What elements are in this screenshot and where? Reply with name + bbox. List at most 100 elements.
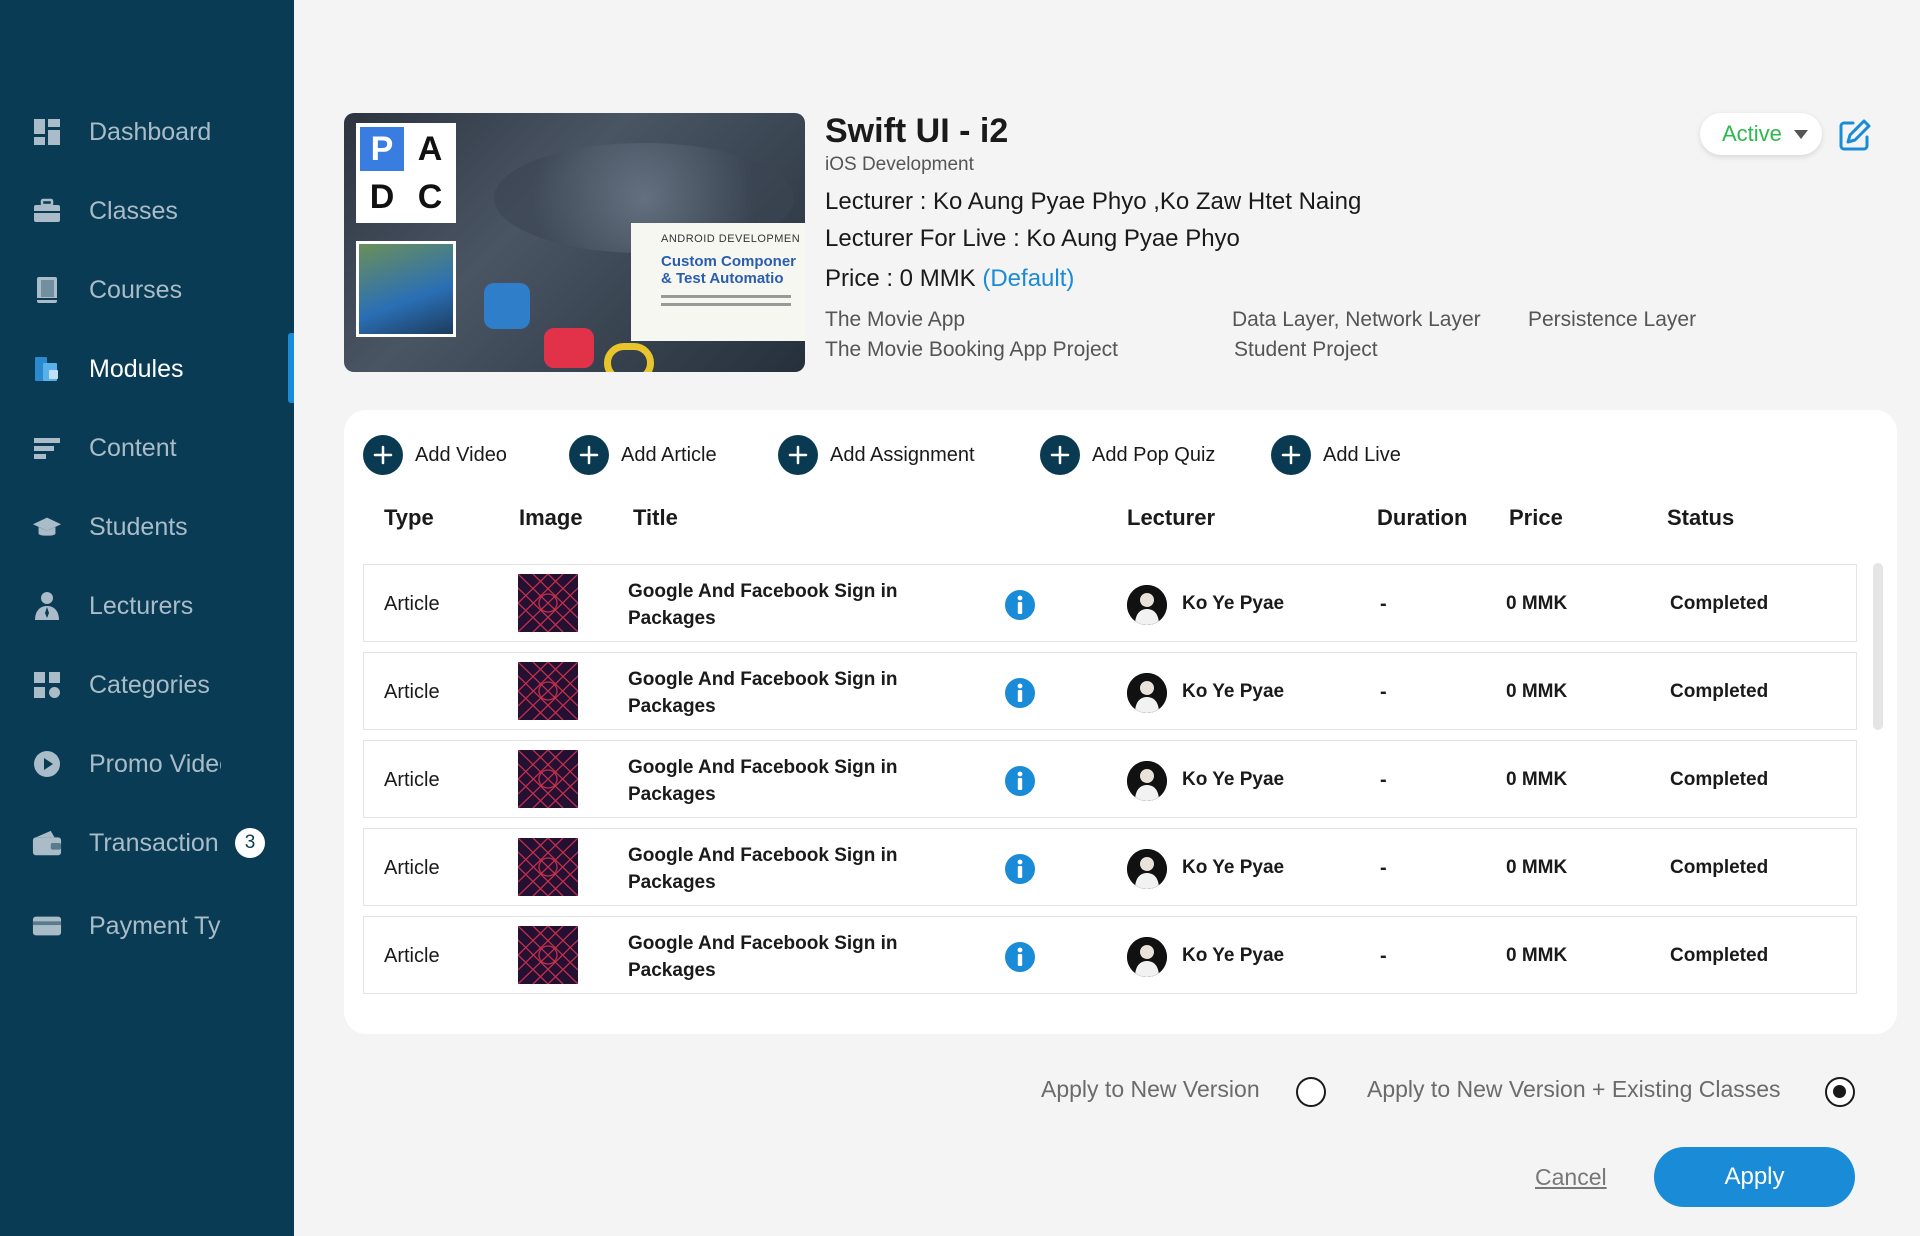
sidebar-item-label: Courses — [89, 275, 183, 304]
row-duration: - — [1380, 945, 1387, 967]
sidebar-item-payment-type[interactable]: Payment Type — [0, 896, 294, 956]
play-icon — [32, 749, 62, 779]
row-lecturer: Ko Ye Pyae — [1182, 681, 1285, 702]
row-type: Article — [384, 593, 440, 615]
row-lecturer: Ko Ye Pyae — [1182, 857, 1285, 878]
add-pop-quiz-button[interactable]: Add Pop Quiz — [1040, 434, 1215, 476]
sidebar-item-label: Students — [89, 512, 188, 541]
course-thumbnail: P A D C ANDROID DEVELOPMEN Custom Compon… — [344, 113, 805, 372]
table-row[interactable]: Article Google And Facebook Sign in Packag… — [363, 564, 1857, 642]
add-assignment-button[interactable]: Add Assignment — [778, 434, 975, 476]
sidebar-item-label: Transaction — [89, 828, 219, 857]
status-dropdown[interactable]: Active — [1700, 113, 1822, 155]
column-header-duration: Duration — [1377, 505, 1468, 530]
row-status: Completed — [1670, 945, 1769, 966]
card-icon — [32, 911, 62, 941]
row-price: 0 MMK — [1506, 593, 1568, 614]
sidebar-item-categories[interactable]: Categories — [0, 655, 294, 715]
row-lecturer: Ko Ye Pyae — [1182, 593, 1285, 614]
apply-button[interactable]: Apply — [1654, 1147, 1855, 1207]
transaction-count-badge: 3 — [235, 828, 265, 858]
row-title: Google And Facebook Sign in Packages — [628, 845, 898, 893]
sidebar-item-dashboard[interactable]: Dashboard — [0, 102, 294, 162]
row-title: Google And Facebook Sign in Packages — [628, 581, 898, 629]
sidebar-item-courses[interactable]: Courses — [0, 260, 294, 320]
course-meta-project-desc: The Movie Booking App Project — [825, 338, 1118, 361]
sidebar-item-content[interactable]: Content — [0, 418, 294, 478]
content-icon — [32, 433, 62, 463]
row-duration: - — [1380, 857, 1387, 879]
add-live-button[interactable]: Add Live — [1271, 434, 1401, 476]
row-thumbnail — [518, 662, 578, 720]
course-lecturer-live: Lecturer For Live : Ko Aung Pyae Phyo — [825, 225, 1240, 252]
sidebar-item-label: Promo Videos — [89, 749, 221, 778]
sidebar-item-lecturers[interactable]: Lecturers — [0, 576, 294, 636]
row-thumbnail — [518, 926, 578, 984]
option-new-version-radio[interactable] — [1296, 1077, 1326, 1107]
sidebar-item-promo-videos[interactable]: Promo Videos — [0, 734, 294, 794]
sidebar-item-label: Modules — [89, 354, 184, 383]
avatar — [1127, 673, 1167, 713]
avatar — [1127, 761, 1167, 801]
course-price: Price : 0 MMK (Default) — [825, 265, 1074, 293]
row-price: 0 MMK — [1506, 769, 1568, 790]
sidebar-item-modules[interactable]: Modules — [0, 333, 294, 403]
course-price-value: Price : 0 MMK — [825, 265, 983, 292]
info-icon[interactable] — [1005, 854, 1035, 884]
sidebar-item-classes[interactable]: Classes — [0, 181, 294, 241]
categories-icon — [32, 670, 62, 700]
row-status: Completed — [1670, 593, 1769, 614]
row-type: Article — [384, 769, 440, 791]
plus-icon — [569, 435, 609, 475]
row-type: Article — [384, 945, 440, 967]
info-icon[interactable] — [1005, 766, 1035, 796]
cancel-button[interactable]: Cancel — [1535, 1164, 1607, 1191]
briefcase-icon — [32, 196, 62, 226]
row-price: 0 MMK — [1506, 681, 1568, 702]
sidebar-item-students[interactable]: Students — [0, 497, 294, 557]
avatar — [1127, 849, 1167, 889]
status-dropdown-value: Active — [1722, 121, 1782, 146]
lecturer-icon — [32, 591, 62, 621]
table-row[interactable]: Article Google And Facebook Sign in Packag… — [363, 828, 1857, 906]
row-price: 0 MMK — [1506, 945, 1568, 966]
graduation-cap-icon — [32, 512, 62, 542]
modules-icon — [32, 354, 62, 384]
dashboard-icon — [32, 117, 62, 147]
info-icon[interactable] — [1005, 942, 1035, 972]
sidebar-item-label: Classes — [89, 196, 178, 225]
row-price: 0 MMK — [1506, 857, 1568, 878]
row-thumbnail — [518, 750, 578, 808]
course-category: iOS Development — [825, 154, 974, 175]
course-lecturer: Lecturer : Ko Aung Pyae Phyo ,Ko Zaw Hte… — [825, 188, 1362, 215]
info-icon[interactable] — [1005, 678, 1035, 708]
app-tile-decoration — [604, 343, 654, 372]
padc-logo: P A D C — [356, 123, 456, 223]
row-title: Google And Facebook Sign in Packages — [628, 933, 898, 981]
row-thumbnail — [518, 838, 578, 896]
column-header-type: Type — [384, 505, 434, 530]
sidebar-item-label: Lecturers — [89, 591, 194, 620]
row-duration: - — [1380, 681, 1387, 703]
table-row[interactable]: Article Google And Facebook Sign in Packag… — [363, 916, 1857, 994]
option-new-version-existing-label: Apply to New Version + Existing Classes — [1367, 1076, 1781, 1102]
edit-button[interactable] — [1838, 118, 1872, 152]
table-row[interactable]: Article Google And Facebook Sign in Packag… — [363, 740, 1857, 818]
sidebar-item-transaction[interactable]: Transaction 3 — [0, 813, 294, 873]
plus-icon — [1271, 435, 1311, 475]
table-scrollbar[interactable] — [1873, 563, 1883, 730]
row-title: Google And Facebook Sign in Packages — [628, 757, 898, 805]
chevron-down-icon — [1794, 130, 1808, 139]
option-new-version-existing-radio[interactable] — [1825, 1077, 1855, 1107]
add-article-button[interactable]: Add Article — [569, 434, 717, 476]
row-status: Completed — [1670, 769, 1769, 790]
row-status: Completed — [1670, 857, 1769, 878]
row-type: Article — [384, 681, 440, 703]
column-header-status: Status — [1667, 505, 1735, 530]
row-lecturer: Ko Ye Pyae — [1182, 769, 1285, 790]
avatar — [1127, 585, 1167, 625]
add-video-button[interactable]: Add Video — [363, 434, 507, 476]
info-icon[interactable] — [1005, 590, 1035, 620]
table-row[interactable]: Article Google And Facebook Sign in Packag… — [363, 652, 1857, 730]
plus-icon — [363, 435, 403, 475]
